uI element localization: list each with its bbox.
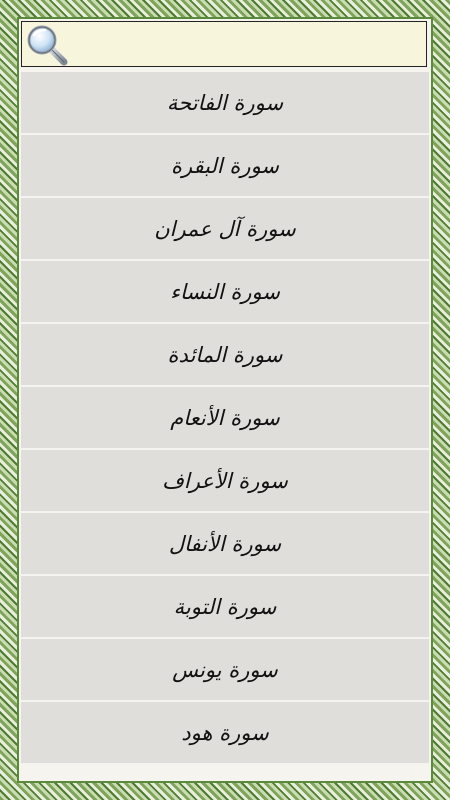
surah-list-item[interactable]: سورة يونس <box>21 639 429 701</box>
surah-name: سورة الأنعام <box>170 405 280 430</box>
surah-list-item[interactable]: سورة الأنعام <box>21 387 429 449</box>
surah-list-item[interactable]: سورة الفاتحة <box>21 72 429 134</box>
surah-list-item[interactable]: سورة التوبة <box>21 576 429 638</box>
surah-name: سورة الفاتحة <box>166 90 284 115</box>
surah-list: سورة الفاتحة سورة البقرة سورة آل عمران سورة… <box>21 72 429 765</box>
search-input[interactable] <box>74 26 424 64</box>
surah-list-item[interactable]: سورة النساء <box>21 261 429 323</box>
surah-name: سورة الأعراف <box>162 468 288 493</box>
surah-name: سورة البقرة <box>170 153 280 178</box>
surah-name: سورة يونس <box>172 657 278 682</box>
search-bar <box>21 21 427 67</box>
surah-name: سورة الأنفال <box>168 531 282 556</box>
surah-name: سورة هود <box>181 720 269 745</box>
surah-name: سورة التوبة <box>173 594 277 619</box>
surah-name: سورة النساء <box>170 279 280 304</box>
surah-list-item[interactable]: سورة المائدة <box>21 324 429 386</box>
surah-list-item[interactable]: سورة آل عمران <box>21 198 429 260</box>
surah-list-item[interactable]: سورة الأنفال <box>21 513 429 575</box>
surah-list-item[interactable]: سورة هود <box>21 702 429 764</box>
surah-name: سورة المائدة <box>167 342 283 367</box>
search-icon[interactable] <box>24 23 70 67</box>
surah-name: سورة آل عمران <box>154 216 296 241</box>
main-content: سورة الفاتحة سورة البقرة سورة آل عمران سورة… <box>19 19 431 781</box>
surah-list-item[interactable]: سورة البقرة <box>21 135 429 197</box>
surah-list-item[interactable]: سورة الأعراف <box>21 450 429 512</box>
